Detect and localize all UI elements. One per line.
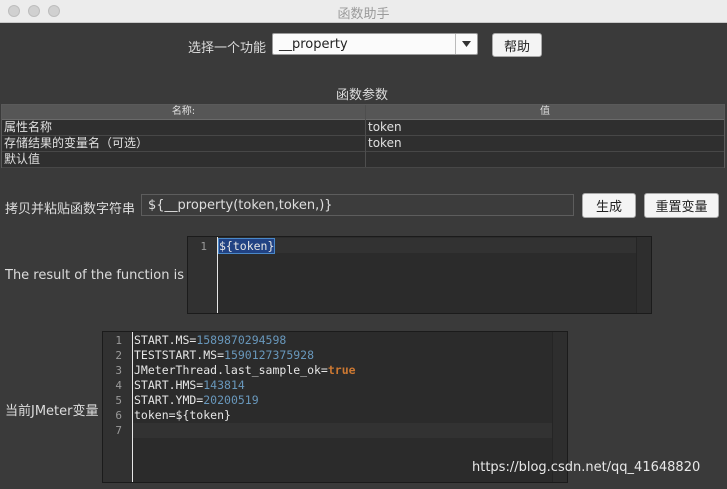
help-button[interactable]: 帮助 <box>492 33 542 57</box>
code-line[interactable]: START.YMD=20200519 <box>134 393 259 407</box>
code-line[interactable]: START.MS=1589870294598 <box>134 333 286 347</box>
variables-label: 当前JMeter变量 <box>5 404 99 419</box>
code-line[interactable]: JMeterThread.last_sample_ok=true <box>134 363 356 377</box>
variable-key: START.HMS= <box>134 378 204 392</box>
table-row[interactable]: 属性名称 token <box>2 120 724 136</box>
table-row[interactable]: 存储结果的变量名（可选） token <box>2 136 724 152</box>
copy-string-label: 拷贝并粘贴函数字符串 <box>5 202 136 217</box>
line-number-gutter: 1 2 3 4 5 6 7 <box>103 332 133 482</box>
line-number: 4 <box>115 379 122 392</box>
current-line-highlight <box>218 238 638 253</box>
column-divider <box>365 105 366 167</box>
params-table-header: 名称: 值 <box>2 105 724 120</box>
reset-variables-button[interactable]: 重置变量 <box>644 193 719 218</box>
table-row[interactable]: 默认值 <box>2 152 724 168</box>
watermark-text: https://blog.csdn.net/qq_41648820 <box>472 460 701 475</box>
line-number: 6 <box>115 409 122 422</box>
variable-value: 143814 <box>203 378 245 392</box>
code-line[interactable]: ${token} <box>217 238 276 254</box>
line-number: 5 <box>115 394 122 407</box>
variable-key: token=${token} <box>134 408 231 422</box>
param-name-cell: 存储结果的变量名（可选） <box>4 136 149 150</box>
function-select-label: 选择一个功能 <box>188 41 267 56</box>
variable-value: 20200519 <box>203 393 259 407</box>
code-line[interactable]: START.HMS=143814 <box>134 378 245 392</box>
variable-key: TESTSTART.MS= <box>134 348 225 362</box>
function-string-field[interactable]: ${__property(token,token,)} <box>141 194 574 216</box>
param-value-cell[interactable] <box>366 152 368 167</box>
function-select[interactable]: __property <box>272 33 478 55</box>
result-label: The result of the function is <box>5 268 184 283</box>
result-editor[interactable]: 1 ${token} <box>187 236 652 314</box>
line-number: 1 <box>200 240 207 253</box>
params-heading: 函数参数 <box>336 88 389 103</box>
current-line-highlight <box>133 423 553 438</box>
params-table: 名称: 值 属性名称 token 存储结果的变量名（可选） token 默认值 <box>1 104 725 168</box>
column-header-value[interactable]: 值 <box>366 105 724 119</box>
param-name-cell: 默认值 <box>4 152 41 166</box>
param-name-cell: 属性名称 <box>4 120 53 134</box>
param-value-cell[interactable]: token <box>366 120 402 135</box>
code-line[interactable]: token=${token} <box>134 408 231 422</box>
code-line[interactable]: TESTSTART.MS=1590127375928 <box>134 348 314 362</box>
result-text: ${token} <box>217 238 276 254</box>
window-titlebar: 函数助手 <box>0 0 727 23</box>
line-number: 3 <box>115 364 122 377</box>
variable-value: 1589870294598 <box>196 333 287 347</box>
editor-scrollbar[interactable] <box>636 237 651 313</box>
function-select-value: __property <box>279 37 348 52</box>
line-number: 2 <box>115 349 122 362</box>
dropdown-arrow-icon[interactable] <box>455 34 477 54</box>
variable-value: 1590127375928 <box>224 348 315 362</box>
variable-key: START.YMD= <box>134 393 204 407</box>
generate-button[interactable]: 生成 <box>582 193 636 218</box>
variable-value: true <box>327 363 356 377</box>
window-title: 函数助手 <box>337 7 390 22</box>
variable-key: JMeterThread.last_sample_ok= <box>134 363 328 377</box>
line-number: 1 <box>115 334 122 347</box>
line-number: 7 <box>115 424 122 437</box>
column-header-name[interactable]: 名称: <box>2 105 365 119</box>
line-number-gutter: 1 <box>188 237 218 313</box>
param-value-cell[interactable]: token <box>366 136 402 151</box>
variable-key: START.MS= <box>134 333 197 347</box>
function-string-value: ${__property(token,token,)} <box>148 198 333 213</box>
